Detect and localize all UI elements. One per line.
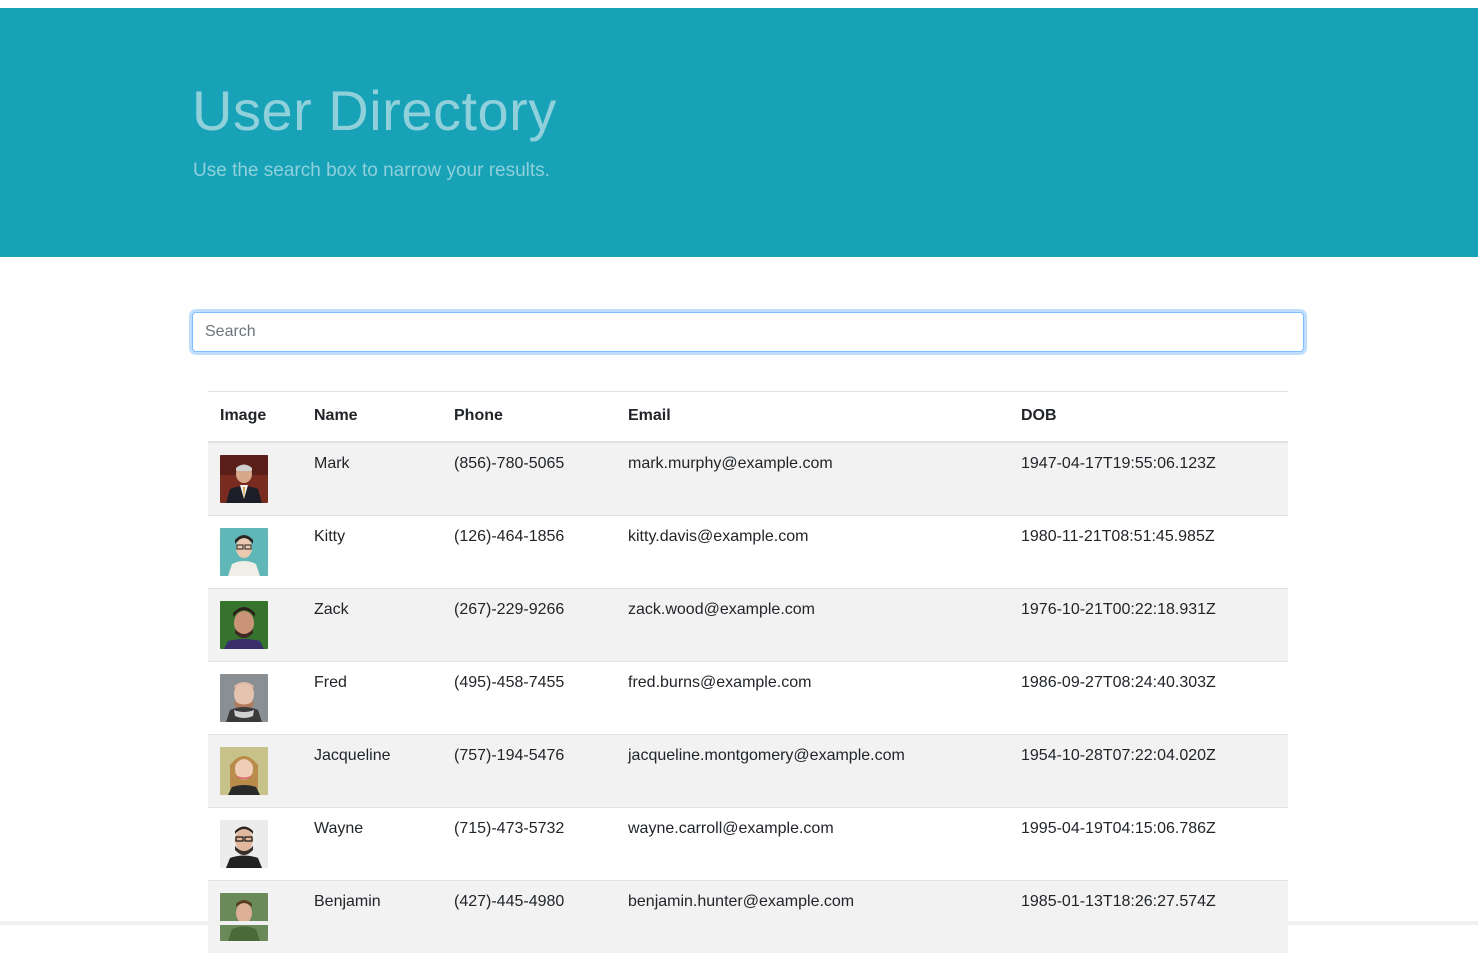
email-cell: fred.burns@example.com: [616, 661, 1009, 734]
dob-cell: 1947-04-17T19:55:06.123Z: [1009, 442, 1288, 516]
name-cell: Fred: [302, 661, 442, 734]
search-input[interactable]: [192, 312, 1304, 352]
horizontal-scrollbar[interactable]: [0, 921, 1478, 925]
table-row: Kitty (126)-464-1856 kitty.davis@example…: [208, 515, 1288, 588]
name-cell: Wayne: [302, 807, 442, 880]
user-avatar: [220, 674, 268, 722]
image-cell: [208, 807, 302, 880]
image-cell: [208, 880, 302, 953]
column-header-phone[interactable]: Phone: [442, 392, 616, 442]
dob-cell: 1995-04-19T04:15:06.786Z: [1009, 807, 1288, 880]
header-row: Image Name Phone Email DOB: [208, 392, 1288, 442]
email-cell: wayne.carroll@example.com: [616, 807, 1009, 880]
table-row: Mark (856)-780-5065 mark.murphy@example.…: [208, 442, 1288, 516]
image-cell: [208, 734, 302, 807]
image-cell: [208, 661, 302, 734]
column-header-dob[interactable]: DOB: [1009, 392, 1288, 442]
user-avatar: [220, 528, 268, 576]
name-cell: Jacqueline: [302, 734, 442, 807]
table-row: Benjamin (427)-445-4980 benjamin.hunter@…: [208, 880, 1288, 953]
email-cell: kitty.davis@example.com: [616, 515, 1009, 588]
table-body: Mark (856)-780-5065 mark.murphy@example.…: [208, 442, 1288, 953]
table-row: Wayne (715)-473-5732 wayne.carroll@examp…: [208, 807, 1288, 880]
column-header-image[interactable]: Image: [208, 392, 302, 442]
jumbotron-header: User Directory Use the search box to nar…: [0, 8, 1478, 257]
email-cell: jacqueline.montgomery@example.com: [616, 734, 1009, 807]
dob-cell: 1976-10-21T00:22:18.931Z: [1009, 588, 1288, 661]
name-cell: Mark: [302, 442, 442, 516]
phone-cell: (126)-464-1856: [442, 515, 616, 588]
column-header-name[interactable]: Name: [302, 392, 442, 442]
name-cell: Kitty: [302, 515, 442, 588]
dob-cell: 1980-11-21T08:51:45.985Z: [1009, 515, 1288, 588]
top-strip: [0, 0, 1478, 8]
image-cell: [208, 588, 302, 661]
image-cell: [208, 442, 302, 516]
user-avatar: [220, 820, 268, 868]
name-cell: Zack: [302, 588, 442, 661]
phone-cell: (715)-473-5732: [442, 807, 616, 880]
dob-cell: 1954-10-28T07:22:04.020Z: [1009, 734, 1288, 807]
email-cell: benjamin.hunter@example.com: [616, 880, 1009, 953]
user-table: Image Name Phone Email DOB: [208, 391, 1288, 953]
user-table-container: Image Name Phone Email DOB: [208, 391, 1288, 953]
image-cell: [208, 515, 302, 588]
phone-cell: (427)-445-4980: [442, 880, 616, 953]
user-avatar: [220, 601, 268, 649]
dob-cell: 1986-09-27T08:24:40.303Z: [1009, 661, 1288, 734]
email-cell: mark.murphy@example.com: [616, 442, 1009, 516]
table-row: Zack (267)-229-9266 zack.wood@example.co…: [208, 588, 1288, 661]
dob-cell: 1985-01-13T18:26:27.574Z: [1009, 880, 1288, 953]
column-header-email[interactable]: Email: [616, 392, 1009, 442]
name-cell: Benjamin: [302, 880, 442, 953]
phone-cell: (495)-458-7455: [442, 661, 616, 734]
search-container: [192, 312, 1304, 352]
user-avatar: [220, 747, 268, 795]
page-subtitle: Use the search box to narrow your result…: [193, 160, 550, 182]
user-avatar: [220, 893, 268, 941]
table-row: Jacqueline (757)-194-5476 jacqueline.mon…: [208, 734, 1288, 807]
table-head: Image Name Phone Email DOB: [208, 392, 1288, 442]
user-avatar: [220, 455, 268, 503]
table-row: Fred (495)-458-7455 fred.burns@example.c…: [208, 661, 1288, 734]
phone-cell: (757)-194-5476: [442, 734, 616, 807]
page-title: User Directory: [192, 78, 557, 143]
phone-cell: (267)-229-9266: [442, 588, 616, 661]
phone-cell: (856)-780-5065: [442, 442, 616, 516]
email-cell: zack.wood@example.com: [616, 588, 1009, 661]
